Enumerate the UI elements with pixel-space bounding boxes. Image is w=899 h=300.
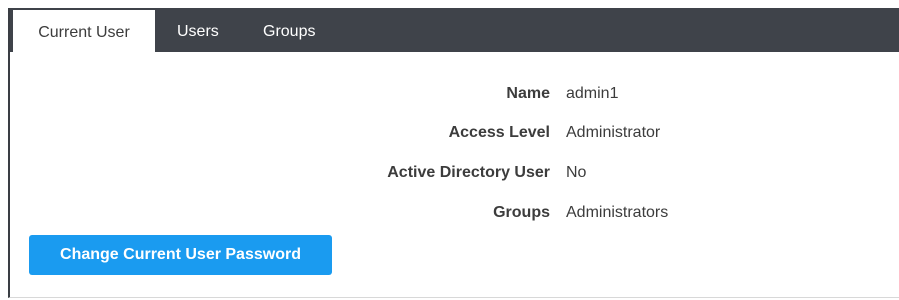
field-row-access-level: Access Level Administrator — [10, 122, 899, 144]
active-directory-user-value: No — [566, 164, 587, 181]
name-value: admin1 — [566, 85, 619, 102]
groups-label: Groups — [493, 204, 550, 221]
field-row-active-directory-user: Active Directory User No — [10, 162, 899, 184]
name-label: Name — [506, 85, 550, 102]
access-level-value: Administrator — [566, 124, 661, 141]
tab-bar: Current User Users Groups — [10, 8, 899, 52]
field-row-groups: Groups Administrators — [10, 202, 899, 224]
change-current-user-password-button[interactable]: Change Current User Password — [29, 235, 332, 275]
field-row-name: Name admin1 — [10, 83, 899, 105]
tab-groups[interactable]: Groups — [263, 8, 315, 52]
active-directory-user-label: Active Directory User — [387, 164, 550, 181]
access-level-label: Access Level — [448, 124, 550, 141]
tab-current-user[interactable]: Current User — [13, 10, 155, 52]
tab-users[interactable]: Users — [177, 8, 219, 52]
user-management-panel: Current User Users Groups Name admin1 Ac… — [8, 8, 899, 298]
groups-value: Administrators — [566, 204, 669, 221]
